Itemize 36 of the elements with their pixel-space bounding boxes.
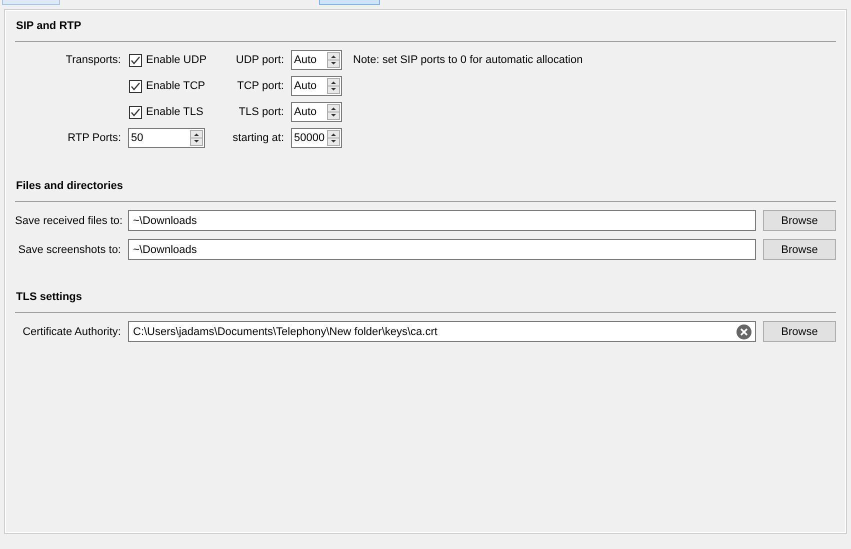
spin-arrows-icon[interactable] [327,52,340,68]
spin-arrows-icon[interactable] [327,78,340,94]
field-label: Save screenshots to: [17,244,122,256]
spin-box[interactable]: 50000 [291,128,342,148]
field-label: RTP Ports: [66,132,122,144]
spin-box[interactable]: Auto [291,102,342,122]
checkbox-label: Enable TCP [146,80,206,92]
checkbox-label: Enable UDP [146,54,207,66]
section-title: SIP and RTP [15,20,82,34]
browse-button[interactable]: Browse [763,321,836,342]
section-title: Files and directories [15,180,124,194]
field-label: TCP port: [236,80,285,92]
checkbox[interactable] [129,106,142,118]
path-field[interactable]: ~\Downloads [128,239,756,260]
field-label: UDP port: [234,54,285,66]
spin-arrows-icon[interactable] [327,104,340,120]
field-label: starting at: [232,132,285,144]
spin-box[interactable]: Auto [291,76,342,96]
path-field[interactable]: ~\Downloads [128,210,756,231]
spin-arrows-icon[interactable] [327,130,340,146]
field-label: Transports: [64,54,122,66]
field-label: TLS port: [238,106,285,118]
field-label: Certificate Authority: [22,326,122,338]
checkbox[interactable] [129,54,142,66]
checkbox[interactable] [129,80,142,92]
path-field[interactable]: C:\Users\jadams\Documents\Telephony\New folder\keys\ca.crt [128,321,756,342]
spin-box[interactable]: 50 [128,128,205,148]
browse-button[interactable]: Browse [763,210,836,231]
spin-arrows-icon[interactable] [190,130,203,146]
spin-box[interactable]: Auto [291,50,342,70]
field-label: Save received files to: [15,214,124,226]
browse-button[interactable]: Browse [763,239,836,260]
section-title: TLS settings [15,291,84,305]
checkbox-label: Enable TLS [146,106,204,118]
note-text: Note: set SIP ports to 0 for automatic allocation [352,54,584,66]
clear-icon[interactable] [736,324,752,340]
